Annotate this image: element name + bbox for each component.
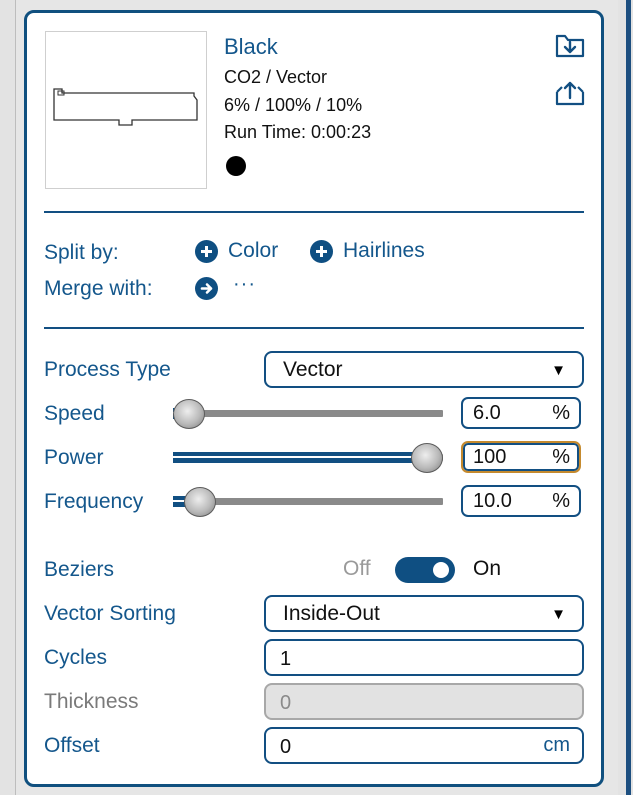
power-unit: % [552, 446, 570, 468]
plus-circle-icon [195, 239, 218, 263]
folder-import-icon[interactable] [554, 31, 586, 59]
merge-with-button[interactable] [195, 277, 228, 300]
split-by-label: Split by: [44, 241, 119, 264]
export-tray-icon[interactable] [554, 79, 586, 107]
beziers-off-label: Off [343, 557, 371, 580]
slider-handle[interactable] [184, 487, 216, 517]
arrow-right-circle-icon [195, 277, 218, 300]
speed-unit: % [552, 402, 570, 424]
offset-label: Offset [44, 734, 100, 757]
frequency-label: Frequency [44, 490, 144, 513]
divider [44, 327, 584, 329]
process-type-label: Process Type [44, 358, 171, 381]
beziers-toggle[interactable] [395, 557, 455, 583]
scrollbar-thumb[interactable] [626, 0, 631, 795]
frequency-input[interactable]: 10.0 % [461, 485, 581, 517]
layer-settings-summary: 6% / 100% / 10% [224, 95, 363, 115]
offset-value: 0 [280, 736, 292, 758]
chevron-down-icon: ▼ [551, 606, 566, 623]
process-type-value: Vector [283, 358, 343, 381]
slider-track [173, 410, 443, 417]
speed-input[interactable]: 6.0 % [461, 397, 581, 429]
scrollbar[interactable] [618, 0, 633, 795]
offset-input[interactable]: 0 cm [264, 727, 584, 764]
frequency-slider[interactable] [173, 487, 443, 517]
vector-sorting-value: Inside-Out [283, 602, 380, 625]
thickness-label: Thickness [44, 690, 139, 713]
layer-name: Black [224, 34, 278, 59]
beziers-label: Beziers [44, 558, 115, 581]
left-panel-edge [0, 0, 16, 795]
layer-settings-panel: Black CO2 / Vector 6% / 100% / 10% Run T… [24, 10, 604, 787]
merge-with-value[interactable]: ··· [233, 273, 256, 296]
power-input[interactable]: 100 % [461, 441, 581, 473]
power-value: 100 [473, 446, 507, 468]
beziers-on-label: On [473, 557, 502, 580]
vector-sorting-label: Vector Sorting [44, 602, 176, 625]
slider-handle[interactable] [411, 443, 443, 473]
toggle-knob [433, 562, 449, 578]
slider-handle[interactable] [173, 399, 206, 429]
speed-value: 6.0 [473, 402, 501, 424]
offset-unit: cm [543, 734, 570, 756]
plus-circle-icon [310, 239, 333, 263]
frequency-unit: % [552, 490, 570, 512]
cycles-value: 1 [280, 648, 292, 670]
split-hairlines-label: Hairlines [343, 239, 425, 262]
chevron-down-icon: ▼ [551, 362, 566, 379]
cycles-input[interactable]: 1 [264, 639, 584, 676]
power-label: Power [44, 446, 104, 469]
split-by-hairlines-button[interactable]: Hairlines [310, 239, 425, 263]
slider-fill [173, 452, 427, 463]
split-color-label: Color [228, 239, 279, 262]
layer-thumbnail [45, 31, 207, 189]
process-type-dropdown[interactable]: Vector ▼ [264, 351, 584, 388]
layer-run-time: Run Time: 0:00:23 [224, 122, 372, 142]
vector-sorting-dropdown[interactable]: Inside-Out ▼ [264, 595, 584, 632]
power-slider[interactable] [173, 443, 443, 473]
speed-slider[interactable] [173, 399, 443, 429]
thickness-placeholder: 0 [280, 692, 292, 714]
frequency-value: 10.0 [473, 490, 512, 512]
split-by-color-button[interactable]: Color [195, 239, 278, 263]
layer-color-swatch [226, 156, 246, 176]
speed-label: Speed [44, 402, 105, 425]
thickness-input: 0 [264, 683, 584, 720]
cycles-label: Cycles [44, 646, 108, 669]
layer-process-info: CO2 / Vector [224, 67, 328, 87]
merge-with-label: Merge with: [44, 277, 153, 300]
divider [44, 211, 584, 213]
